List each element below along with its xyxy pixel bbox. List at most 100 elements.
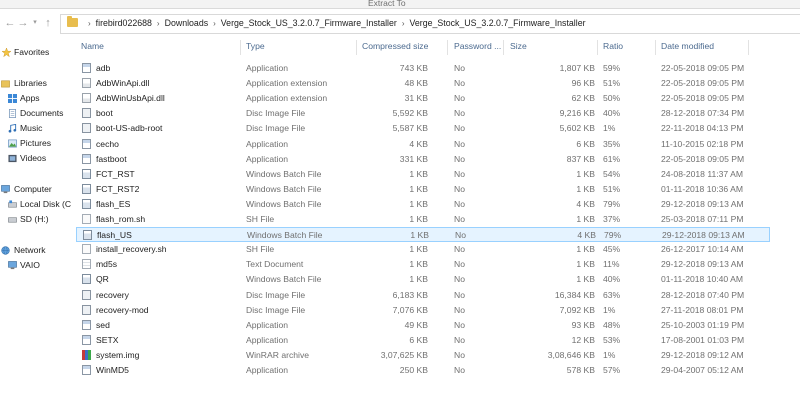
navigation-pane: Favorites Libraries Apps Documents Music… <box>0 40 72 401</box>
column-header-date-modified[interactable]: Date modified <box>661 41 714 51</box>
file-date-modified: 24-08-2018 11:37 AM <box>661 168 744 179</box>
sidebar-item-label: Network <box>14 245 46 255</box>
navigation-bar: ← → ▾ ↑ › firebird022688 › Downloads › Verge_… <box>0 9 800 37</box>
extension-file-icon <box>82 93 91 104</box>
column-divider[interactable] <box>503 40 504 55</box>
file-ratio: 1% <box>603 349 616 360</box>
file-row[interactable]: AdbWinApi.dll Application extension 48 KB N… <box>76 76 770 91</box>
column-header-name[interactable]: Name <box>81 41 104 51</box>
file-row[interactable]: SETX Application 6 KB No 12 KB 53% 17-08-2001 … <box>76 333 770 348</box>
file-type: Disc Image File <box>246 304 306 315</box>
file-date-modified: 22-05-2018 09:05 PM <box>661 93 745 104</box>
file-name: boot-US-adb-root <box>96 123 163 134</box>
disc-image-icon <box>82 108 91 119</box>
file-type: Windows Batch File <box>246 168 322 179</box>
file-ratio: 61% <box>603 153 621 164</box>
file-compressed-size: 7,076 KB <box>392 304 428 315</box>
application-icon <box>82 365 91 375</box>
batch-file-icon <box>82 168 91 179</box>
file-size: 12 KB <box>571 334 595 345</box>
file-row[interactable]: WinMD5 Application 250 KB No 578 KB 57% 29-04-… <box>76 363 770 378</box>
file-row[interactable]: FCT_RST Windows Batch File 1 KB No 1 KB 54% 24… <box>76 167 770 182</box>
breadcrumb-item[interactable]: firebird022688 <box>96 18 152 28</box>
column-divider[interactable] <box>655 40 656 55</box>
file-row[interactable]: boot Disc Image File 5,592 KB No 9,216 KB 40%… <box>76 106 770 121</box>
file-compressed-size: 6 KB <box>409 334 428 345</box>
file-password: No <box>454 349 465 360</box>
file-row[interactable]: FCT_RST2 Windows Batch File 1 KB No 1 KB 51% 0… <box>76 182 770 197</box>
file-password: No <box>454 244 465 255</box>
file-type: Windows Batch File <box>246 183 322 194</box>
address-bar[interactable]: › firebird022688 › Downloads › Verge_Stock_US… <box>60 14 800 34</box>
column-header-password[interactable]: Password ... <box>454 41 501 51</box>
file-row[interactable]: install_recovery.sh SH File 1 KB No 1 KB 45% 2… <box>76 242 770 257</box>
file-ratio: 40% <box>603 274 621 285</box>
file-compressed-size: 48 KB <box>404 78 428 89</box>
file-type: Application extension <box>246 78 328 89</box>
column-header-type[interactable]: Type <box>246 41 265 51</box>
column-header-size[interactable]: Size <box>510 41 527 51</box>
file-row[interactable]: system.img WinRAR archive 3,07,625 KB No 3,0… <box>76 348 770 363</box>
column-divider[interactable] <box>748 40 749 55</box>
file-type: Application <box>246 138 289 149</box>
back-arrow-icon[interactable]: ← <box>4 16 16 30</box>
file-name: recovery-mod <box>96 304 149 315</box>
file-row[interactable]: boot-US-adb-root Disc Image File 5,587 KB N… <box>76 121 770 136</box>
forward-arrow-icon[interactable]: → <box>17 16 29 30</box>
file-row[interactable]: fastboot Application 331 KB No 837 KB 61% 22-0… <box>76 152 770 167</box>
file-compressed-size: 1 KB <box>409 214 428 224</box>
file-password: No <box>454 214 465 224</box>
file-compressed-size: 1 KB <box>409 168 428 179</box>
sidebar-item-label: Libraries <box>14 78 47 88</box>
file-type: Application <box>246 334 289 345</box>
file-size: 1 KB <box>576 168 595 179</box>
file-compressed-size: 31 KB <box>404 93 428 104</box>
file-size: 7,092 KB <box>559 304 595 315</box>
column-divider[interactable] <box>240 40 241 55</box>
file-row[interactable]: recovery Disc Image File 6,183 KB No 16,384 … <box>76 288 770 303</box>
libraries-icon <box>1 80 10 88</box>
file-name: adb <box>96 63 111 73</box>
file-password: No <box>454 274 465 285</box>
file-row[interactable]: adb Application 743 KB No 1,807 KB 59% 22-05-2… <box>76 61 770 76</box>
column-header-compressed-size[interactable]: Compressed size <box>362 41 428 51</box>
file-compressed-size: 1 KB <box>409 183 428 194</box>
column-header-ratio[interactable]: Ratio <box>603 41 623 51</box>
file-row[interactable]: recovery-mod Disc Image File 7,076 KB No 7,0… <box>76 303 770 318</box>
file-ratio: 53% <box>603 334 621 345</box>
column-divider[interactable] <box>356 40 357 55</box>
file-size: 1 KB <box>576 244 595 255</box>
file-row[interactable]: flash_rom.sh SH File 1 KB No 1 KB 37% 25-03-20… <box>76 212 770 227</box>
file-type: Text Document <box>246 259 304 270</box>
application-icon <box>82 138 91 149</box>
file-row[interactable]: sed Application 49 KB No 93 KB 48% 25-10-2003 … <box>76 318 770 333</box>
file-row[interactable]: md5s Text Document 1 KB No 1 KB 11% 29-12-2018… <box>76 257 770 272</box>
file-row[interactable]: flash_US Windows Batch File 1 KB No 4 KB 79% 2… <box>76 227 770 243</box>
file-name: flash_ES <box>96 198 131 209</box>
pictures-icon <box>8 139 17 148</box>
breadcrumb-item[interactable]: Verge_Stock_US_3.2.0.7_Firmware_Installe… <box>410 18 586 28</box>
file-password: No <box>454 93 465 104</box>
breadcrumb-item[interactable]: Downloads <box>165 18 209 28</box>
file-row[interactable]: flash_ES Windows Batch File 1 KB No 4 KB 79% 2… <box>76 197 770 212</box>
sidebar-item-label: Pictures <box>20 138 52 148</box>
column-divider[interactable] <box>597 40 598 55</box>
column-divider[interactable] <box>447 40 448 55</box>
file-password: No <box>454 138 465 149</box>
chevron-down-icon[interactable]: ▾ <box>29 16 41 30</box>
file-row[interactable]: cecho Application 4 KB No 6 KB 35% 11-10-2015 … <box>76 137 770 152</box>
file-type: Application extension <box>246 93 328 104</box>
file-type: Windows Batch File <box>247 230 323 241</box>
file-type: SH File <box>246 244 275 255</box>
up-arrow-icon[interactable]: ↑ <box>42 16 54 30</box>
file-ratio: 51% <box>603 183 621 194</box>
file-name: flash_rom.sh <box>96 214 146 224</box>
file-compressed-size: 3,07,625 KB <box>380 349 428 360</box>
file-row[interactable]: AdbWinUsbApi.dll Application extension 31 … <box>76 91 770 106</box>
file-ratio: 54% <box>603 168 621 179</box>
file-row[interactable]: QR Windows Batch File 1 KB No 1 KB 40% 01-11-2… <box>76 272 770 287</box>
file-name: FCT_RST <box>96 168 135 179</box>
file-ratio: 50% <box>603 93 621 104</box>
file-size: 1 KB <box>576 274 595 285</box>
breadcrumb-item[interactable]: Verge_Stock_US_3.2.0.7_Firmware_Installe… <box>221 18 397 28</box>
